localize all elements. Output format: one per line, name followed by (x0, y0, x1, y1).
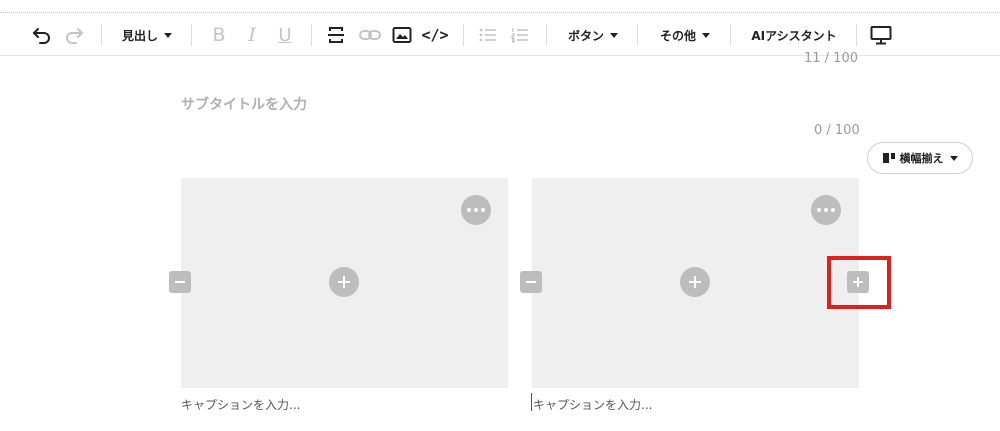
toolbar-separator (730, 24, 731, 46)
heading-label: 見出し (121, 28, 158, 43)
link-button[interactable] (358, 14, 382, 56)
redo-icon (66, 28, 83, 44)
align-width-dropdown[interactable]: 横幅揃え (867, 142, 973, 174)
button-dropdown-label: ボタン (567, 28, 604, 43)
button-dropdown[interactable]: ボタン (562, 14, 624, 56)
text-cursor (531, 393, 532, 411)
add-image-button[interactable] (680, 267, 710, 297)
minus-icon (175, 281, 185, 283)
plus-icon (689, 276, 701, 288)
ai-assistant-label: AIアシスタント (751, 28, 837, 43)
chevron-down-icon (702, 32, 710, 38)
more-options-button[interactable] (461, 195, 491, 225)
undo-button[interactable] (30, 14, 54, 56)
bold-icon: B (212, 24, 226, 46)
undo-icon (33, 28, 50, 44)
italic-icon: I (248, 24, 256, 46)
toolbar-separator (463, 24, 464, 46)
title-char-counter: 11 / 100 (804, 51, 858, 66)
bold-button[interactable]: B (208, 14, 230, 56)
italic-button[interactable]: I (241, 14, 263, 56)
minus-icon (526, 281, 536, 283)
caption-input[interactable]: キャプションを入力... (181, 396, 300, 413)
toolbar-separator (637, 24, 638, 46)
link-icon (359, 30, 381, 40)
toolbar-separator (856, 24, 857, 46)
heading-dropdown[interactable]: 見出し (117, 14, 177, 56)
divider-button[interactable] (325, 14, 347, 56)
code-button[interactable]: </> (421, 14, 449, 56)
code-icon: </> (421, 26, 449, 44)
bullet-list-button[interactable] (477, 14, 499, 56)
image-button[interactable] (391, 14, 413, 56)
subtitle-input[interactable]: サブタイトルを入力 (181, 94, 307, 114)
remove-column-button[interactable] (169, 271, 191, 293)
highlight-annotation-box (827, 256, 891, 309)
redo-button[interactable] (62, 14, 86, 56)
other-dropdown[interactable]: その他 (654, 14, 716, 56)
ai-assistant-button[interactable]: AIアシスタント (748, 14, 840, 56)
subtitle-char-counter: 0 / 100 (814, 123, 860, 138)
toolbar-separator (546, 24, 547, 46)
underline-button[interactable]: U (274, 14, 296, 56)
caption-input[interactable]: キャプションを入力... (533, 396, 652, 413)
chevron-down-icon (610, 32, 618, 38)
plus-icon (338, 276, 350, 288)
layout-columns-icon (882, 153, 895, 163)
more-horizontal-icon (816, 208, 837, 212)
monitor-icon (870, 26, 892, 45)
add-image-button[interactable] (329, 267, 359, 297)
align-width-label: 横幅揃え (899, 152, 944, 165)
more-options-button[interactable] (811, 195, 841, 225)
chevron-down-icon (164, 32, 172, 38)
preview-button[interactable] (869, 14, 893, 56)
other-dropdown-label: その他 (659, 28, 696, 43)
image-icon (392, 27, 412, 43)
toolbar-separator (311, 24, 312, 46)
chevron-down-icon (949, 155, 958, 161)
underline-icon: U (278, 24, 292, 46)
toolbar-separator (101, 24, 102, 46)
numbered-list-button[interactable] (509, 14, 531, 56)
toolbar-separator (191, 24, 192, 46)
more-horizontal-icon (466, 208, 487, 212)
remove-column-button[interactable] (520, 271, 542, 293)
editor-toolbar: 見出し B I U </> ボタン その他 AIアシスタント (0, 14, 1000, 56)
horizontal-rule-icon (328, 27, 344, 43)
top-dotted-divider (0, 12, 1000, 13)
bullet-list-icon (479, 28, 496, 42)
numbered-list-icon (511, 28, 528, 43)
